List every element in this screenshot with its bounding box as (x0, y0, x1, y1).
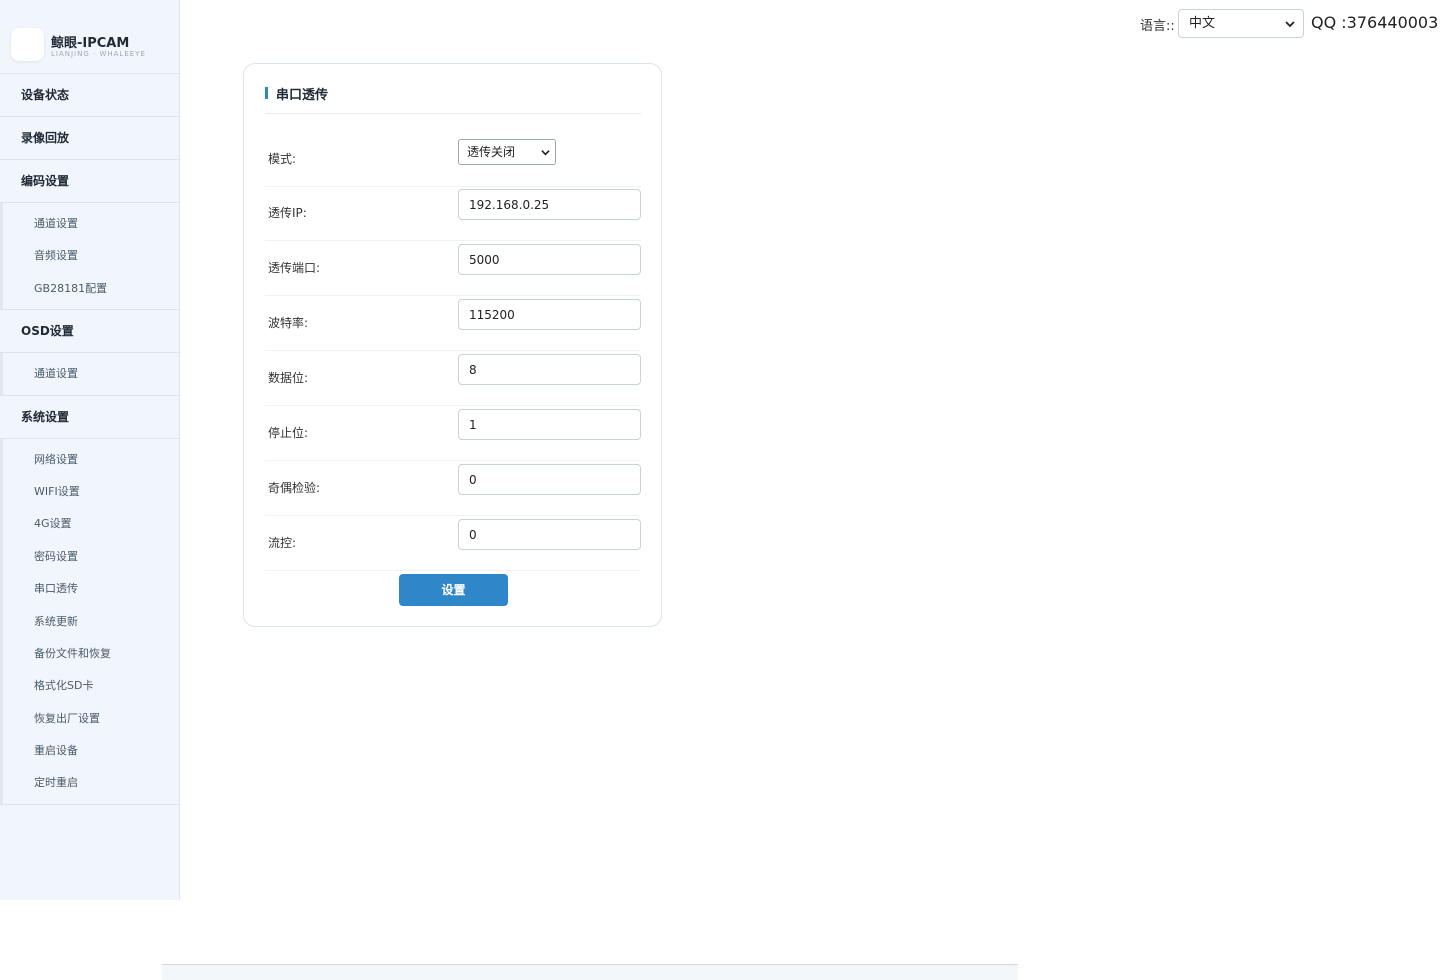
mode-label: 模式: (268, 152, 297, 166)
footer-divider (162, 964, 1018, 980)
flow-control-input[interactable] (458, 519, 641, 550)
save-button[interactable]: 设置 (399, 574, 508, 606)
sidebar-item-wifi[interactable]: WIFI设置 (3, 476, 179, 508)
qq-contact: QQ :376440003 (1311, 13, 1439, 32)
sidebar-item-password[interactable]: 密码设置 (3, 541, 179, 573)
baud-rate-input[interactable] (458, 299, 641, 330)
sidebar-item-format-sd[interactable]: 格式化SD卡 (3, 670, 179, 702)
field-row: 奇偶检验: (265, 461, 641, 516)
parity-input[interactable] (458, 464, 641, 495)
card-header: 串口透传 (265, 84, 641, 114)
sidebar-group-system: 网络设置 WIFI设置 4G设置 密码设置 串口透传 系统更新 备份文件和恢复 … (0, 438, 179, 805)
sidebar-item-scheduled-reboot[interactable]: 定时重启 (3, 767, 179, 799)
field-row: 数据位: (265, 351, 641, 406)
logo-icon (11, 28, 44, 61)
brand-subtitle: LIANJING · WHALEEYE (51, 50, 146, 58)
language-label: 语言:: (1140, 19, 1175, 34)
sidebar-item-serial[interactable]: 串口透传 (3, 573, 179, 605)
baud-rate-label: 波特率: (268, 316, 309, 330)
sidebar-item-update[interactable]: 系统更新 (3, 606, 179, 638)
mode-row: 模式: 透传关闭 (265, 132, 641, 187)
stop-bits-input[interactable] (458, 409, 641, 440)
sidebar-item-backup[interactable]: 备份文件和恢复 (3, 638, 179, 670)
stop-bits-label: 停止位: (268, 426, 309, 440)
sidebar-item-osd-channel[interactable]: 通道设置 (3, 358, 179, 390)
sidebar-item-audio[interactable]: 音频设置 (3, 240, 179, 272)
sidebar-group-encoding: 通道设置 音频设置 GB28181配置 (0, 203, 179, 311)
ip-label: 透传IP: (268, 206, 307, 220)
port-label: 透传端口: (268, 261, 321, 275)
sidebar-section-encoding[interactable]: 编码设置 (0, 160, 179, 203)
field-row: 波特率: (265, 296, 641, 351)
port-input[interactable] (458, 244, 641, 275)
chevron-down-icon (541, 150, 550, 156)
data-bits-input[interactable] (458, 354, 641, 385)
sidebar-item-network[interactable]: 网络设置 (3, 444, 179, 476)
sidebar-item-factory-reset[interactable]: 恢复出厂设置 (3, 703, 179, 735)
sidebar: 鲸眼-IPCAM LIANJING · WHALEEYE 设备状态 录像回放 编… (0, 0, 180, 900)
chevron-down-icon (1285, 21, 1295, 28)
field-row: 停止位: (265, 406, 641, 461)
sidebar-item-channel[interactable]: 通道设置 (3, 208, 179, 240)
card-title: 串口透传 (276, 88, 329, 103)
serial-passthrough-card: 串口透传 模式: 透传关闭 透传IP: 透传端口: 波特率: 数据位: 停止位:… (243, 63, 662, 627)
sidebar-section-playback[interactable]: 录像回放 (0, 117, 179, 160)
field-row: 透传IP: (265, 186, 641, 241)
field-row: 透传端口: (265, 241, 641, 296)
sidebar-item-gb28181[interactable]: GB28181配置 (3, 273, 179, 305)
mode-select[interactable]: 透传关闭 (458, 139, 556, 165)
sidebar-section-device-status[interactable]: 设备状态 (0, 74, 179, 117)
sidebar-item-reboot[interactable]: 重启设备 (3, 735, 179, 767)
ip-input[interactable] (458, 189, 641, 220)
sidebar-section-osd[interactable]: OSD设置 (0, 310, 179, 354)
field-row: 流控: (265, 516, 641, 571)
sidebar-item-4g[interactable]: 4G设置 (3, 508, 179, 540)
data-bits-label: 数据位: (268, 371, 309, 385)
mode-select-value: 透传关闭 (467, 145, 516, 159)
brand-title: 鲸眼-IPCAM (51, 36, 130, 51)
language-select[interactable]: 中文 (1178, 9, 1304, 38)
brand: 鲸眼-IPCAM LIANJING · WHALEEYE (0, 0, 179, 74)
title-accent-bar (265, 87, 268, 99)
language-select-value: 中文 (1189, 16, 1216, 31)
sidebar-group-osd: 通道设置 (0, 353, 179, 396)
flow-control-label: 流控: (268, 536, 297, 550)
parity-label: 奇偶检验: (268, 481, 321, 495)
sidebar-section-system[interactable]: 系统设置 (0, 396, 179, 439)
